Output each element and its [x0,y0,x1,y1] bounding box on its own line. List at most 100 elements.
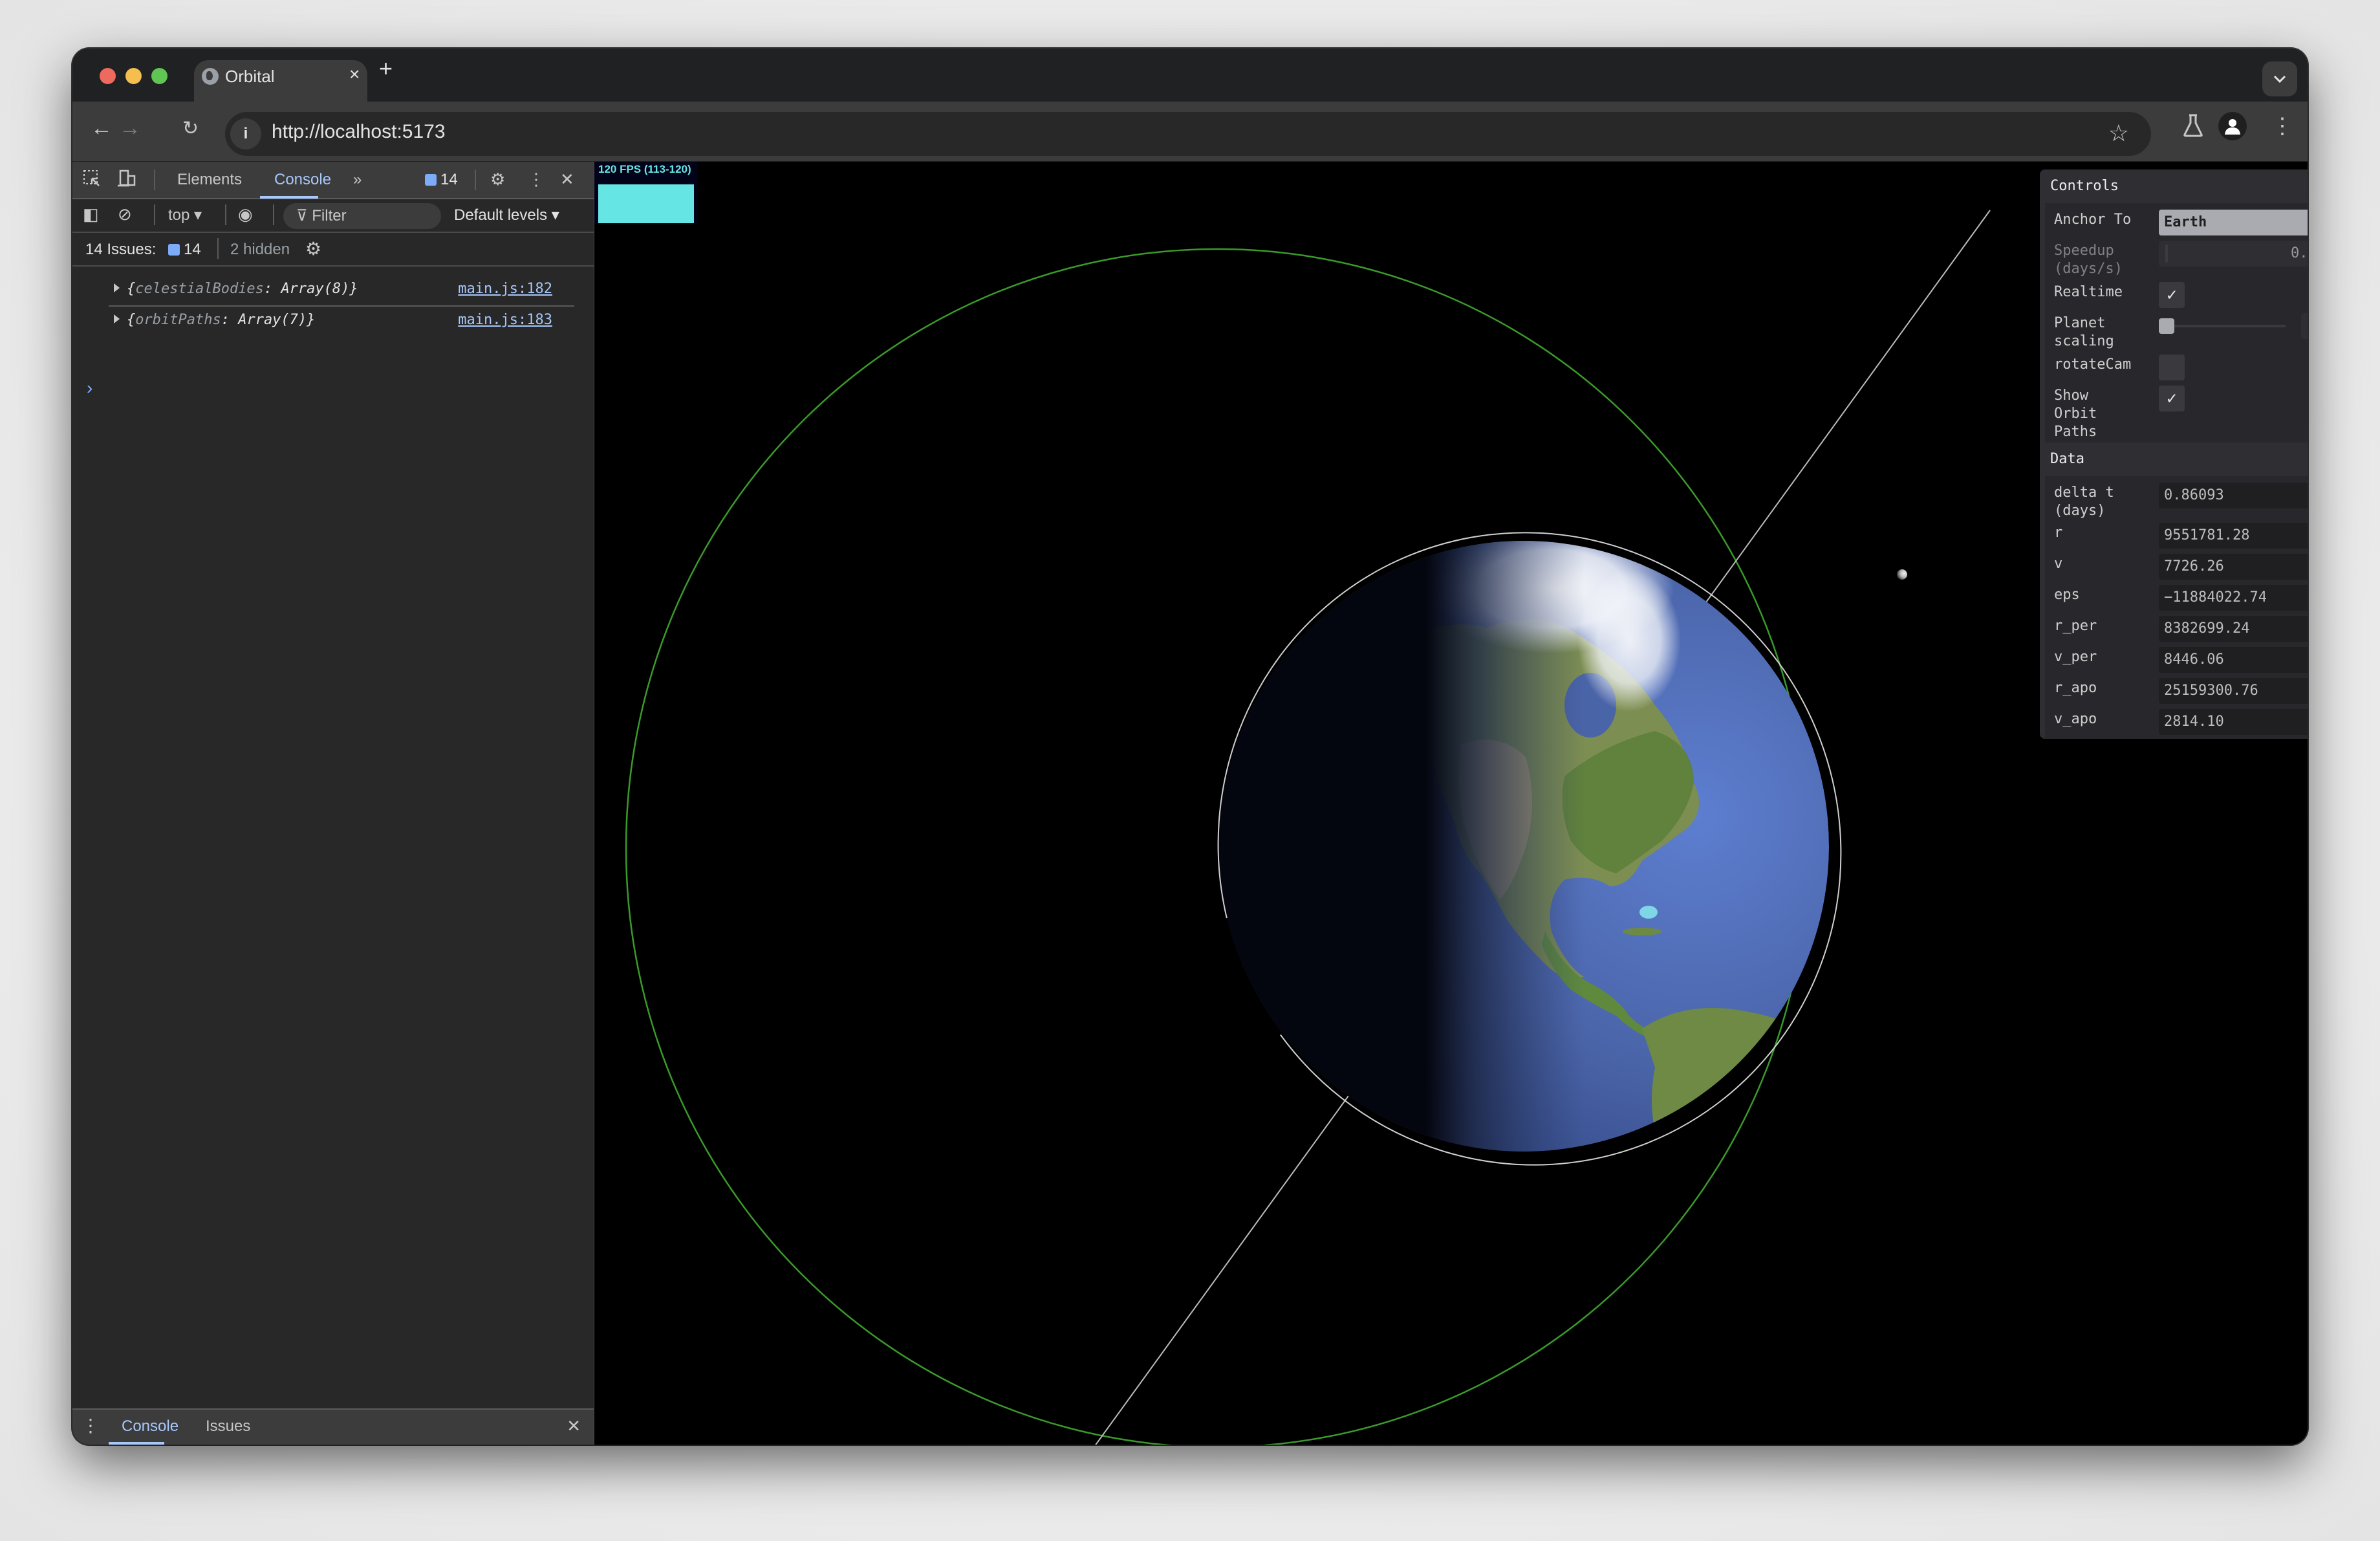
eye-icon[interactable]: ◉ [238,204,253,224]
fps-label: 120 FPS (113-120) [598,163,691,175]
flask-icon[interactable] [2182,113,2204,144]
filter-input[interactable]: ⊽ Filter [283,203,441,229]
anchor-row: Anchor To Earth [2045,206,2308,237]
drawer-tab-console[interactable]: Console [122,1417,178,1436]
issues-label: 14 Issues: [85,241,157,258]
data-value[interactable]: 0.86093 [2159,483,2308,508]
close-icon[interactable]: × [349,64,360,85]
reload-icon[interactable]: ↻ [182,117,199,140]
tab-elements[interactable]: Elements [177,171,242,189]
browser-toolbar: ← → ↻ i http://localhost:5173 ☆ ⋮ [72,102,2308,161]
log-object[interactable]: {celestialBodies: Array(8)} [127,281,358,297]
close-icon[interactable]: ✕ [567,1416,581,1436]
data-label: r [2054,525,2063,541]
expand-triangle-icon[interactable] [114,283,120,292]
url-text[interactable]: http://localhost:5173 [272,121,446,143]
source-link[interactable]: main.js:182 [458,281,552,297]
arrow-left-icon[interactable]: ← [91,116,113,141]
drag-handle [2165,245,2168,263]
rotatecam-checkbox[interactable] [2159,355,2185,380]
log-levels-dropdown[interactable]: Default levels ▾ [454,206,559,224]
drawer-tab-issues[interactable]: Issues [206,1417,250,1436]
kebab-icon[interactable]: ⋮ [528,169,545,190]
arrow-right-icon[interactable]: → [119,116,141,141]
moon-body [1897,569,1907,580]
source-link[interactable]: main.js:183 [458,312,552,328]
console-log-row[interactable]: {celestialBodies: Array(8)} main.js:182 [109,276,574,307]
planet-scaling-slider[interactable] [2159,325,2286,327]
speedup-input[interactable]: 0.010000 [2159,241,2308,267]
slider-handle[interactable] [2159,318,2174,334]
anchor-label: Anchor To [2054,212,2132,228]
close-icon[interactable]: ✕ [560,169,574,190]
devtools-drawer: ⋮ Console Issues ✕ [72,1408,594,1445]
kebab-icon[interactable]: ⋮ [2271,113,2293,139]
scene-canvas[interactable]: 120 FPS (113-120) Controls ❚❚ Anchor To … [594,162,2308,1445]
browser-tab[interactable]: Orbital × [194,60,367,102]
anchor-select[interactable]: Earth [2159,210,2308,235]
data-row-v: v 7726.26 [2045,550,2308,581]
message-icon [425,174,437,186]
realtime-checkbox[interactable]: ✓ [2159,282,2185,308]
data-value[interactable]: 25159300.76 [2159,678,2308,704]
tab-title: Orbital [225,67,275,86]
log-object[interactable]: {orbitPaths: Array(7)} [127,312,315,328]
star-icon[interactable]: ☆ [2108,120,2129,147]
devtools-panel: Elements Console » 14 ⚙ ⋮ ✕ ◧ ⊘ top ▾ ◉ … [72,162,595,1445]
show-orbits-checkbox[interactable]: ✓ [2159,386,2185,411]
planet-scaling-row: Planet scaling 1 [2045,309,2308,351]
issues-count: 14 [184,241,201,258]
maximize-window-button[interactable] [151,68,168,84]
context-selector[interactable]: top ▾ [168,206,202,224]
console-toolbar: ◧ ⊘ top ▾ ◉ ⊽ Filter Default levels ▾ [72,199,594,233]
chevron-down-icon[interactable] [2262,61,2297,96]
show-orbits-row: Show Orbit Paths ✓ [2045,382,2308,440]
gear-icon[interactable]: ⚙ [305,238,321,259]
data-label: v_per [2054,649,2097,665]
anchor-value: Earth [2164,214,2207,230]
data-value[interactable]: 9551781.28 [2159,523,2308,549]
expand-triangle-icon[interactable] [114,314,120,323]
person-icon[interactable] [2218,112,2247,140]
fps-graph [598,184,694,223]
data-value[interactable]: 8446.06 [2159,647,2308,673]
info-icon[interactable]: i [230,118,261,149]
plus-icon[interactable]: + [379,55,393,82]
kebab-icon[interactable]: ⋮ [81,1415,100,1436]
more-tabs-icon[interactable]: » [353,171,362,189]
checkmark-icon: ✓ [2167,285,2177,305]
data-value[interactable]: 2814.10 [2159,709,2308,735]
device-toolbar-icon[interactable] [118,169,137,192]
data-value[interactable]: 8382699.24 [2159,616,2308,642]
messages-badge[interactable]: 14 [425,171,458,189]
close-window-button[interactable] [100,68,116,84]
console-log-row[interactable]: {orbitPaths: Array(7)} main.js:183 [109,307,574,336]
checkmark-icon: ✓ [2167,389,2177,408]
rotatecam-row: rotateCam [2045,351,2308,382]
issues-count-link[interactable]: 14 [168,241,201,259]
fps-stats-panel[interactable]: 120 FPS (113-120) [594,162,698,224]
data-value[interactable]: −11884022.74 [2159,585,2308,611]
clear-console-icon[interactable]: ⊘ [118,204,132,224]
data-label: delta t (days) [2054,485,2114,519]
data-label: r_apo [2054,680,2097,696]
divider [154,204,155,225]
gear-icon[interactable]: ⚙ [490,169,505,190]
data-row-r-per: r_per 8382699.24 [2045,612,2308,643]
address-bar[interactable]: i http://localhost:5173 ☆ [225,112,2151,156]
inspect-element-icon[interactable] [83,169,101,192]
console-prompt[interactable]: › [87,378,92,399]
sidebar-toggle-icon[interactable]: ◧ [83,204,99,224]
data-row-v-per: v_per 8446.06 [2045,643,2308,674]
data-folder-title[interactable]: Data ❚❚ [2040,443,2308,476]
tab-console[interactable]: Console [274,171,331,189]
divider [225,204,226,225]
controls-folder-title[interactable]: Controls ❚❚ [2040,169,2308,203]
devtools-header: Elements Console » 14 ⚙ ⋮ ✕ [72,162,594,199]
planet-scaling-input[interactable]: 1 [2301,313,2308,339]
minimize-window-button[interactable] [125,68,142,84]
data-folder: delta t (days) 0.86093 r 9551781.28 v 77… [2040,476,2308,739]
data-value[interactable]: 7726.26 [2159,554,2308,580]
data-label: r_per [2054,618,2097,634]
gui-panel: Controls ❚❚ Anchor To Earth Speedup (day… [2040,169,2308,739]
